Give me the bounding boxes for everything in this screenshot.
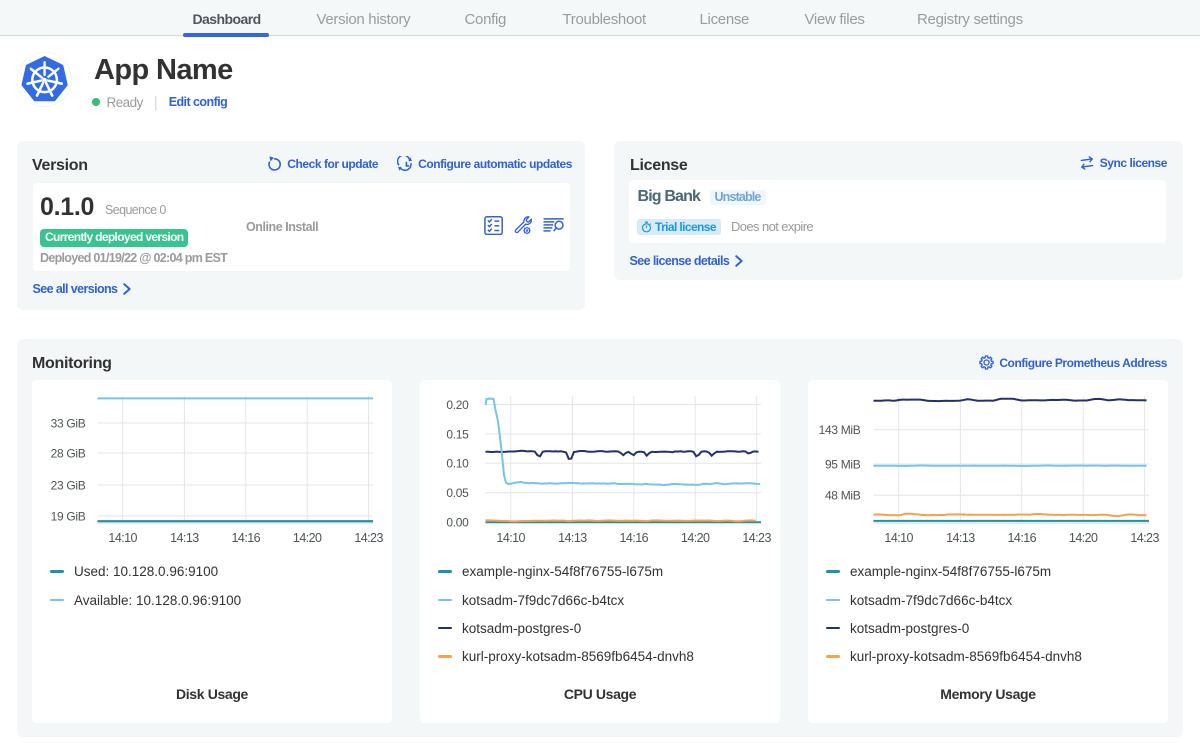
svg-text:14:23: 14:23	[1130, 531, 1159, 545]
svg-text:14:20: 14:20	[1069, 531, 1098, 545]
svg-text:0.20: 0.20	[446, 398, 469, 412]
svg-text:14:13: 14:13	[170, 531, 199, 545]
svg-text:0.15: 0.15	[446, 427, 469, 441]
svg-text:14:10: 14:10	[108, 531, 137, 545]
svg-text:14:16: 14:16	[620, 531, 649, 545]
svg-text:23 GiB: 23 GiB	[51, 478, 86, 492]
svg-text:19 GiB: 19 GiB	[51, 509, 86, 523]
svg-text:14:13: 14:13	[558, 531, 587, 545]
svg-text:14:16: 14:16	[1008, 531, 1037, 545]
svg-text:28 GiB: 28 GiB	[51, 446, 86, 460]
svg-text:14:20: 14:20	[293, 531, 322, 545]
svg-text:14:10: 14:10	[496, 531, 525, 545]
svg-text:14:23: 14:23	[354, 531, 383, 545]
svg-text:95 MiB: 95 MiB	[825, 457, 861, 471]
svg-text:0.05: 0.05	[446, 486, 469, 500]
svg-text:14:13: 14:13	[946, 531, 975, 545]
svg-text:48 MiB: 48 MiB	[825, 489, 861, 503]
svg-text:0.10: 0.10	[446, 457, 469, 471]
svg-text:14:20: 14:20	[681, 531, 710, 545]
svg-text:143 MiB: 143 MiB	[819, 423, 861, 437]
svg-text:14:10: 14:10	[884, 531, 913, 545]
svg-text:14:16: 14:16	[232, 531, 261, 545]
svg-text:14:23: 14:23	[742, 531, 771, 545]
svg-text:0.00: 0.00	[446, 516, 469, 530]
svg-text:33 GiB: 33 GiB	[51, 416, 86, 430]
